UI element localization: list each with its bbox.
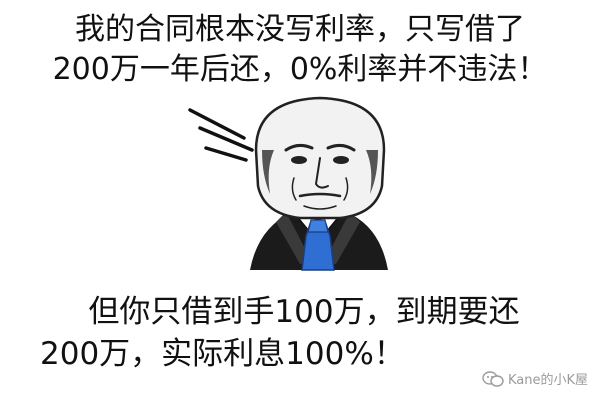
watermark-text: Kane的小K屋: [507, 373, 588, 388]
tie-knot: [307, 219, 329, 233]
bottom-caption-line-1: 但你只借到手100万，到期要还: [88, 294, 520, 330]
bottom-caption: 但你只借到手100万，到期要还 200万，实际利息100%！: [0, 292, 600, 376]
watermark: Kane的小K屋: [482, 369, 588, 388]
wechat-icon: [482, 370, 504, 387]
emphasis-lines: [188, 108, 254, 162]
